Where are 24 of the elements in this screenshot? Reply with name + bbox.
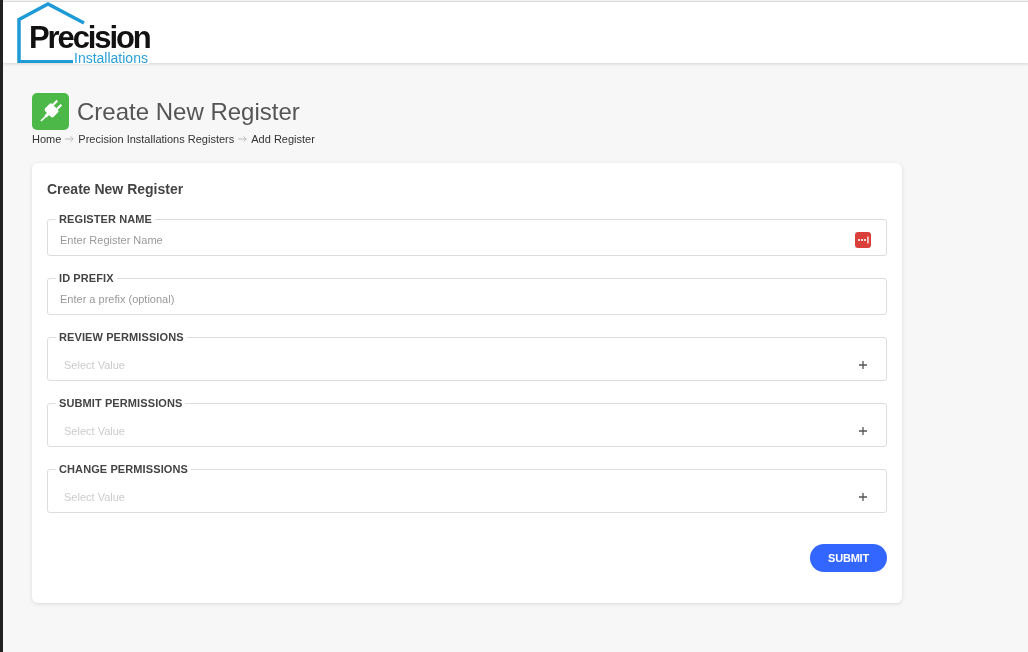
page-title: Create New Register [77,96,300,127]
arrow-icon [65,136,75,142]
logo-title: Precision [29,24,150,52]
text-input[interactable]: Enter Register Name [60,228,847,252]
breadcrumb-link[interactable]: Home [32,132,62,146]
input-field[interactable]: REGISTER NAME Enter Register Name [47,213,887,256]
text-input[interactable]: Enter a prefix (optional) [60,287,871,311]
field-label: ID PREFIX [58,272,115,284]
arrow-icon [238,136,248,142]
plus-icon[interactable] [859,492,867,501]
field-label: CHANGE PERMISSIONS [58,463,189,475]
plus-icon[interactable] [859,426,867,435]
breadcrumb-current: Add Register [251,132,315,146]
submit-button[interactable]: SUBMIT [810,544,887,572]
plug-icon [32,93,69,130]
plus-icon[interactable] [859,360,867,369]
logo-subtitle: Installations [73,52,149,64]
field-label: REVIEW PERMISSIONS [58,331,185,343]
card-title: Create New Register [47,180,185,198]
field-label: REGISTER NAME [58,213,153,225]
field-label: SUBMIT PERMISSIONS [58,397,184,409]
breadcrumb-link[interactable]: Precision Installations Registers [78,132,235,146]
input-field[interactable]: ID PREFIX Enter a prefix (optional) [47,272,887,315]
password-dots-icon[interactable] [855,232,871,248]
